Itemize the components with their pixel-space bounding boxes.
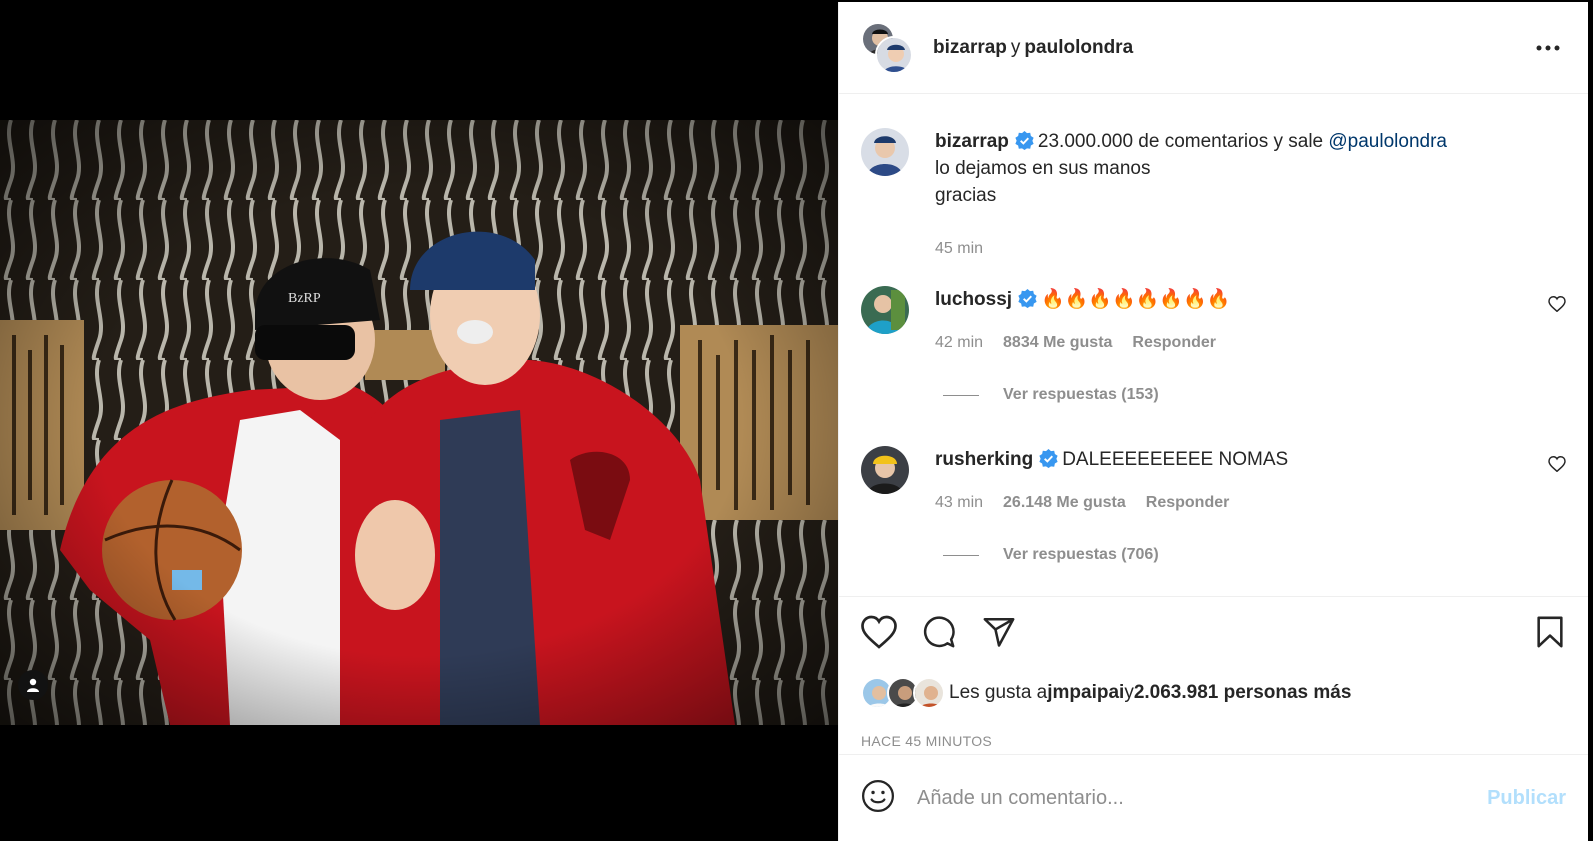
- replies-divider: [943, 554, 979, 556]
- comment-body: rusherking DALEEEEEEEEE NOMAS: [935, 446, 1526, 473]
- likes-user[interactable]: jmpaipai: [1047, 682, 1124, 704]
- heart-icon: [1548, 455, 1566, 473]
- caption-text: 23.000.000 de comentarios y sale: [1037, 131, 1329, 152]
- authors-conjunction: y: [1010, 36, 1021, 58]
- like-button[interactable]: [861, 615, 897, 654]
- post-media-panel: BzRP: [0, 0, 838, 841]
- comments-section[interactable]: bizarrap 23.000.000 de comentarios y sale…: [839, 94, 1588, 596]
- avatar-bizarrap[interactable]: [861, 128, 909, 176]
- view-replies-label: Ver respuestas (706): [1003, 546, 1159, 563]
- comment-button[interactable]: [921, 615, 957, 654]
- post-authors: bizarrap y paulolondra: [933, 37, 1133, 59]
- more-options-icon: [1536, 45, 1560, 51]
- bookmark-icon: [1537, 616, 1563, 648]
- caption-meta: 45 min: [935, 240, 983, 258]
- comment-icon: [923, 616, 955, 648]
- user-tag-button[interactable]: [18, 670, 48, 700]
- comment-text: DALEEEEEEEEE NOMAS: [1062, 449, 1289, 470]
- heart-icon: [861, 615, 897, 649]
- emoji-icon: [861, 779, 895, 812]
- post-side-panel: bizarrap y paulolondra bizarrap 23.000.000 …: [838, 2, 1588, 841]
- comment-like-count[interactable]: 26.148 Me gusta: [1003, 494, 1126, 512]
- post-photo[interactable]: BzRP: [0, 120, 838, 725]
- verified-badge-icon: [1015, 131, 1034, 150]
- verified-badge-icon: [1039, 449, 1058, 468]
- author-bizarrap[interactable]: bizarrap: [933, 37, 1007, 58]
- share-icon: [983, 617, 1015, 647]
- caption-mention[interactable]: @paulolondra: [1328, 131, 1447, 152]
- comment-text: 🔥🔥🔥🔥🔥🔥🔥🔥: [1041, 289, 1231, 310]
- like-comment-button[interactable]: [1548, 295, 1566, 317]
- caption-body: bizarrap 23.000.000 de comentarios y sale…: [935, 128, 1526, 209]
- avatar-rusherking[interactable]: [861, 446, 909, 494]
- reply-button[interactable]: Responder: [1146, 494, 1230, 512]
- save-button[interactable]: [1534, 615, 1566, 654]
- comment-body: luchossj 🔥🔥🔥🔥🔥🔥🔥🔥: [935, 286, 1526, 313]
- liker-avatar: [913, 677, 945, 709]
- user-tag-icon: [27, 678, 39, 692]
- post-actions: Les gusta a jmpaipai y 2.063.981 persona…: [839, 596, 1588, 764]
- emoji-button[interactable]: [861, 779, 895, 818]
- likers-avatars[interactable]: [861, 677, 945, 709]
- avatar-paulolondra-small: [875, 35, 913, 74]
- author-paulolondra[interactable]: paulolondra: [1024, 37, 1133, 58]
- post-header: bizarrap y paulolondra: [839, 2, 1588, 94]
- comment-username[interactable]: luchossj: [935, 289, 1012, 310]
- replies-divider: [943, 394, 979, 396]
- view-replies-button[interactable]: Ver respuestas (706): [943, 546, 1159, 564]
- comment-meta: 42 min 8834 Me gusta Responder: [935, 334, 1216, 352]
- comment-meta: 43 min 26.148 Me gusta Responder: [935, 494, 1229, 512]
- right-edge: [1588, 0, 1593, 841]
- likes-count[interactable]: 2.063.981 personas más: [1134, 682, 1352, 704]
- likes-prefix: Les gusta a: [949, 682, 1048, 703]
- action-icons-row: [861, 615, 1566, 655]
- collab-avatars[interactable]: [861, 21, 913, 74]
- avatar-luchossj[interactable]: [861, 286, 909, 334]
- comment-time[interactable]: 43 min: [935, 494, 983, 512]
- likes-summary: Les gusta a jmpaipai y 2.063.981 persona…: [861, 677, 1351, 709]
- post-timestamp[interactable]: HACE 45 MINUTOS: [861, 733, 992, 749]
- comment-like-count[interactable]: 8834 Me gusta: [1003, 334, 1112, 352]
- publish-button[interactable]: Publicar: [1487, 787, 1566, 810]
- more-options-button[interactable]: [1536, 38, 1560, 56]
- likes-conjunction: y: [1124, 682, 1134, 703]
- view-replies-button[interactable]: Ver respuestas (153): [943, 386, 1159, 404]
- comment-input[interactable]: [917, 786, 1488, 810]
- comment-time[interactable]: 42 min: [935, 334, 983, 352]
- caption-line-2: lo dejamos en sus manos: [935, 158, 1151, 179]
- caption-time[interactable]: 45 min: [935, 240, 983, 258]
- view-replies-label: Ver respuestas (153): [1003, 386, 1159, 403]
- comment-username[interactable]: rusherking: [935, 449, 1033, 470]
- add-comment-bar: Publicar: [839, 754, 1588, 841]
- like-comment-button[interactable]: [1548, 455, 1566, 477]
- heart-icon: [1548, 295, 1566, 313]
- photo-illustration: BzRP: [0, 120, 838, 725]
- verified-badge-icon: [1018, 289, 1037, 308]
- caption-line-3: gracias: [935, 185, 997, 206]
- caption-username[interactable]: bizarrap: [935, 131, 1009, 152]
- reply-button[interactable]: Responder: [1132, 334, 1216, 352]
- share-button[interactable]: [981, 615, 1017, 654]
